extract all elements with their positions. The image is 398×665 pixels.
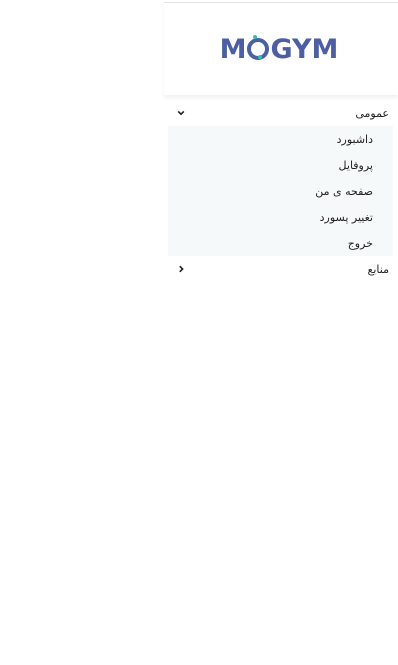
- menu-item-label: پروفایل: [338, 158, 373, 172]
- chevron-down-icon: [177, 110, 185, 116]
- menu-group-general[interactable]: عمومی: [164, 100, 398, 126]
- logo-area: M GYM: [164, 3, 398, 95]
- menu-group-resources-label: منابع: [367, 262, 389, 276]
- menu-item-change-password[interactable]: تغییر پسورد: [168, 204, 393, 230]
- menu-item-my-page[interactable]: صفحه ی من: [168, 178, 393, 204]
- menu-item-label: داشبورد: [336, 132, 373, 146]
- menu-item-label: صفحه ی من: [315, 184, 373, 198]
- side-menu: عمومی داشبورد پروفایل صفحه ی من تغییر پس…: [164, 100, 398, 282]
- menu-item-label: تغییر پسورد: [319, 210, 373, 224]
- menu-group-resources[interactable]: منابع: [164, 256, 398, 282]
- sidebar: M GYM عمومی داشبورد پروفایل صفحه ی من تغ…: [164, 0, 398, 665]
- menu-group-general-label: عمومی: [355, 106, 389, 120]
- submenu-general: داشبورد پروفایل صفحه ی من تغییر پسورد خر…: [168, 126, 393, 256]
- menu-item-label: خروج: [347, 236, 373, 250]
- chevron-left-icon: [179, 265, 184, 273]
- menu-item-logout[interactable]: خروج: [168, 230, 393, 256]
- menu-item-profile[interactable]: پروفایل: [168, 152, 393, 178]
- mogym-logo[interactable]: M GYM: [220, 34, 339, 65]
- menu-item-dashboard[interactable]: داشبورد: [168, 126, 393, 152]
